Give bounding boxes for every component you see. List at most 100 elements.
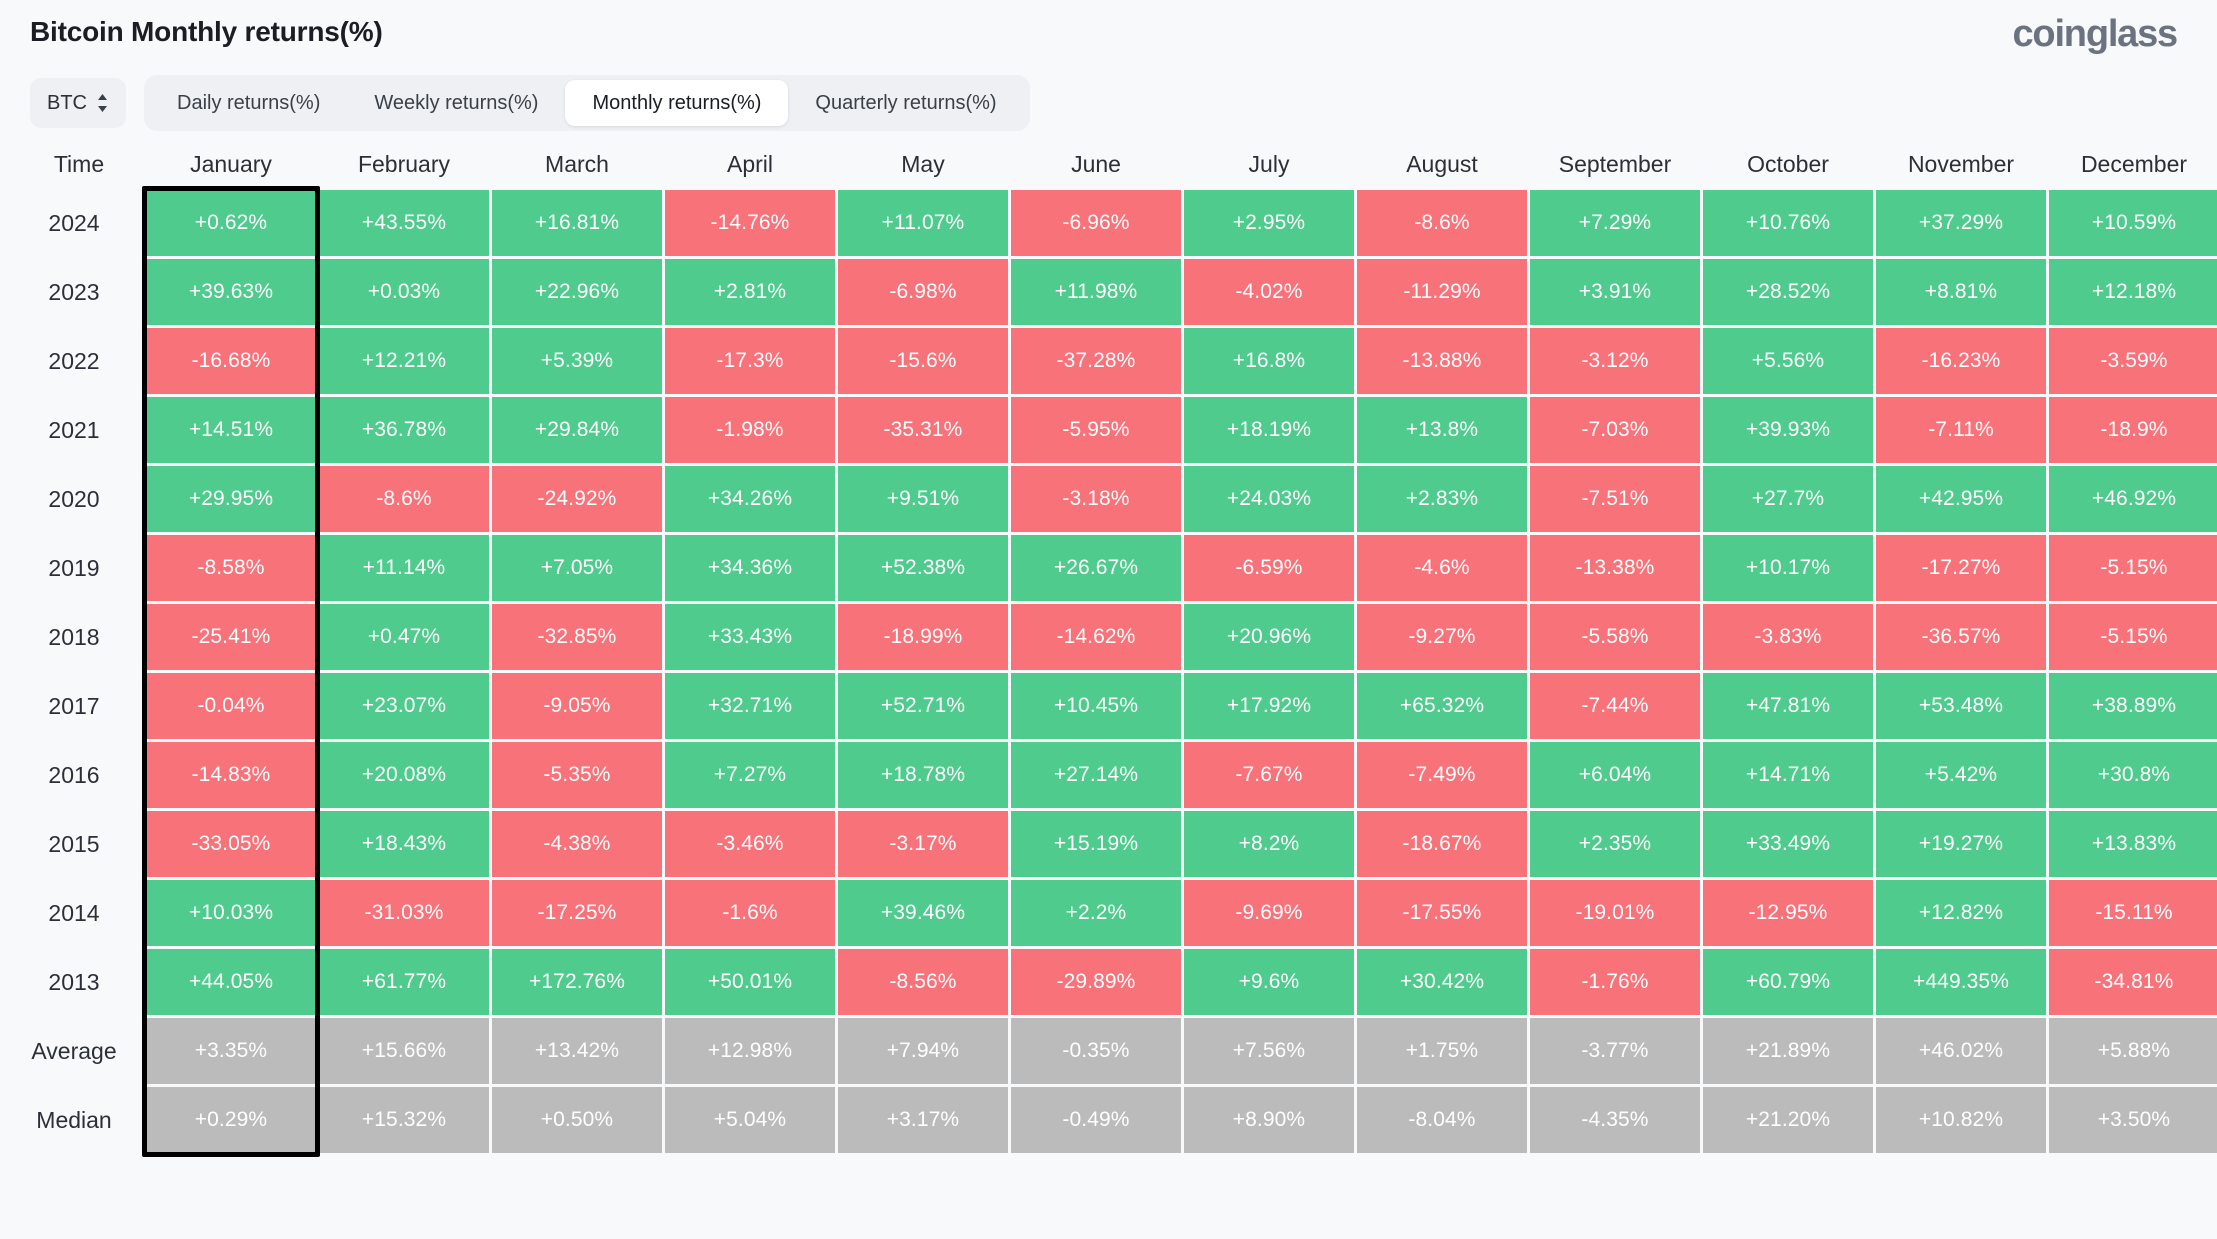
return-cell[interactable]: -3.77%: [1530, 1018, 1700, 1084]
return-cell[interactable]: -29.89%: [1011, 949, 1181, 1015]
return-cell[interactable]: +172.76%: [492, 949, 662, 1015]
return-cell[interactable]: +19.27%: [1876, 811, 2046, 877]
return-cell[interactable]: +33.43%: [665, 604, 835, 670]
return-cell[interactable]: +46.92%: [2049, 466, 2217, 532]
return-cell[interactable]: +46.02%: [1876, 1018, 2046, 1084]
return-cell[interactable]: +10.03%: [146, 880, 316, 946]
return-cell[interactable]: +15.19%: [1011, 811, 1181, 877]
return-cell[interactable]: +5.88%: [2049, 1018, 2217, 1084]
return-cell[interactable]: -14.83%: [146, 742, 316, 808]
return-cell[interactable]: -14.62%: [1011, 604, 1181, 670]
return-cell[interactable]: -7.67%: [1184, 742, 1354, 808]
column-header-march[interactable]: March: [492, 141, 662, 187]
return-cell[interactable]: +27.7%: [1703, 466, 1873, 532]
return-cell[interactable]: +2.35%: [1530, 811, 1700, 877]
return-cell[interactable]: +9.6%: [1184, 949, 1354, 1015]
return-cell[interactable]: +14.71%: [1703, 742, 1873, 808]
return-cell[interactable]: -9.69%: [1184, 880, 1354, 946]
return-cell[interactable]: -15.6%: [838, 328, 1008, 394]
column-header-february[interactable]: February: [319, 141, 489, 187]
return-cell[interactable]: -3.18%: [1011, 466, 1181, 532]
return-cell[interactable]: +3.35%: [146, 1018, 316, 1084]
return-cell[interactable]: -34.81%: [2049, 949, 2217, 1015]
return-cell[interactable]: -0.04%: [146, 673, 316, 739]
return-cell[interactable]: +11.98%: [1011, 259, 1181, 325]
return-cell[interactable]: +23.07%: [319, 673, 489, 739]
return-cell[interactable]: -16.68%: [146, 328, 316, 394]
return-cell[interactable]: +0.47%: [319, 604, 489, 670]
column-header-november[interactable]: November: [1876, 141, 2046, 187]
return-cell[interactable]: -24.92%: [492, 466, 662, 532]
return-cell[interactable]: -7.44%: [1530, 673, 1700, 739]
return-cell[interactable]: +5.56%: [1703, 328, 1873, 394]
return-cell[interactable]: +3.17%: [838, 1087, 1008, 1153]
return-cell[interactable]: -6.59%: [1184, 535, 1354, 601]
return-cell[interactable]: +21.89%: [1703, 1018, 1873, 1084]
return-cell[interactable]: -0.49%: [1011, 1087, 1181, 1153]
column-header-time[interactable]: Time: [15, 141, 143, 187]
return-cell[interactable]: -32.85%: [492, 604, 662, 670]
return-cell[interactable]: -9.05%: [492, 673, 662, 739]
return-cell[interactable]: -16.23%: [1876, 328, 2046, 394]
column-header-september[interactable]: September: [1530, 141, 1700, 187]
return-cell[interactable]: +10.45%: [1011, 673, 1181, 739]
return-cell[interactable]: -5.15%: [2049, 535, 2217, 601]
return-cell[interactable]: +14.51%: [146, 397, 316, 463]
return-cell[interactable]: +8.90%: [1184, 1087, 1354, 1153]
return-cell[interactable]: -17.3%: [665, 328, 835, 394]
column-header-april[interactable]: April: [665, 141, 835, 187]
return-cell[interactable]: +29.95%: [146, 466, 316, 532]
return-cell[interactable]: -9.27%: [1357, 604, 1527, 670]
return-cell[interactable]: +20.08%: [319, 742, 489, 808]
return-cell[interactable]: +12.98%: [665, 1018, 835, 1084]
return-cell[interactable]: -0.35%: [1011, 1018, 1181, 1084]
column-header-december[interactable]: December: [2049, 141, 2217, 187]
return-cell[interactable]: +7.56%: [1184, 1018, 1354, 1084]
return-cell[interactable]: -8.56%: [838, 949, 1008, 1015]
return-cell[interactable]: +37.29%: [1876, 190, 2046, 256]
return-cell[interactable]: +33.49%: [1703, 811, 1873, 877]
column-header-may[interactable]: May: [838, 141, 1008, 187]
column-header-august[interactable]: August: [1357, 141, 1527, 187]
return-cell[interactable]: +39.63%: [146, 259, 316, 325]
return-cell[interactable]: -4.6%: [1357, 535, 1527, 601]
return-cell[interactable]: +27.14%: [1011, 742, 1181, 808]
return-cell[interactable]: -33.05%: [146, 811, 316, 877]
return-cell[interactable]: -17.55%: [1357, 880, 1527, 946]
return-cell[interactable]: -18.9%: [2049, 397, 2217, 463]
return-cell[interactable]: +18.19%: [1184, 397, 1354, 463]
return-cell[interactable]: +32.71%: [665, 673, 835, 739]
return-cell[interactable]: +12.21%: [319, 328, 489, 394]
return-cell[interactable]: +18.78%: [838, 742, 1008, 808]
return-cell[interactable]: +65.32%: [1357, 673, 1527, 739]
column-header-july[interactable]: July: [1184, 141, 1354, 187]
return-cell[interactable]: -36.57%: [1876, 604, 2046, 670]
return-cell[interactable]: -5.95%: [1011, 397, 1181, 463]
return-cell[interactable]: +22.96%: [492, 259, 662, 325]
column-header-june[interactable]: June: [1011, 141, 1181, 187]
return-cell[interactable]: +43.55%: [319, 190, 489, 256]
return-cell[interactable]: -19.01%: [1530, 880, 1700, 946]
return-cell[interactable]: +11.14%: [319, 535, 489, 601]
return-cell[interactable]: +34.36%: [665, 535, 835, 601]
return-cell[interactable]: +30.8%: [2049, 742, 2217, 808]
return-cell[interactable]: +5.42%: [1876, 742, 2046, 808]
return-cell[interactable]: -3.59%: [2049, 328, 2217, 394]
return-cell[interactable]: +61.77%: [319, 949, 489, 1015]
tab-quarterly-returns[interactable]: Quarterly returns(%): [788, 80, 1023, 126]
tab-weekly-returns[interactable]: Weekly returns(%): [347, 80, 565, 126]
return-cell[interactable]: +12.18%: [2049, 259, 2217, 325]
return-cell[interactable]: -8.58%: [146, 535, 316, 601]
return-cell[interactable]: +10.82%: [1876, 1087, 2046, 1153]
return-cell[interactable]: -4.02%: [1184, 259, 1354, 325]
return-cell[interactable]: -7.11%: [1876, 397, 2046, 463]
return-cell[interactable]: +42.95%: [1876, 466, 2046, 532]
return-cell[interactable]: -25.41%: [146, 604, 316, 670]
return-cell[interactable]: +5.04%: [665, 1087, 835, 1153]
return-cell[interactable]: -3.46%: [665, 811, 835, 877]
return-cell[interactable]: +26.67%: [1011, 535, 1181, 601]
return-cell[interactable]: +10.17%: [1703, 535, 1873, 601]
return-cell[interactable]: -8.6%: [319, 466, 489, 532]
return-cell[interactable]: +10.59%: [2049, 190, 2217, 256]
return-cell[interactable]: -7.03%: [1530, 397, 1700, 463]
